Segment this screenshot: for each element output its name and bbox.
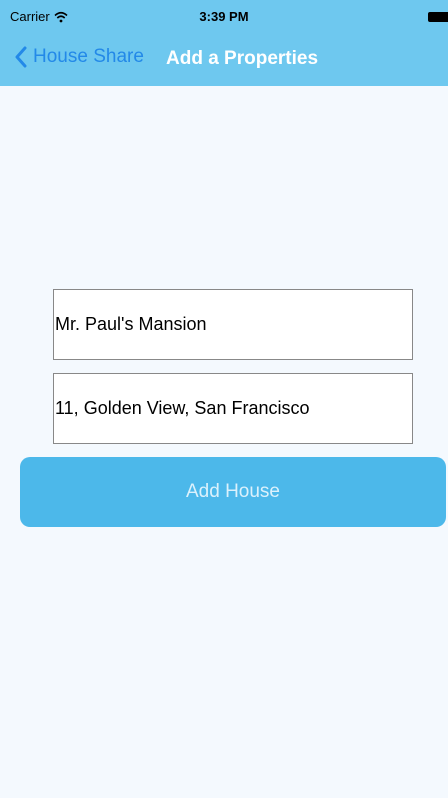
- page-title: Add a Properties: [166, 48, 319, 69]
- back-button[interactable]: House Share: [14, 46, 144, 68]
- back-chevron-icon: [15, 46, 27, 68]
- battery-icon: [428, 12, 448, 22]
- house-address-input[interactable]: [54, 374, 412, 443]
- status-bar: Carrier 3:39 PM: [0, 0, 448, 34]
- house-name-field[interactable]: [53, 289, 413, 360]
- status-time: 3:39 PM: [199, 9, 249, 24]
- house-address-field[interactable]: [53, 373, 413, 444]
- add-house-button[interactable]: Add House: [20, 457, 446, 527]
- navigation-bar: House Share Add a Properties: [0, 34, 448, 86]
- back-label: House Share: [33, 46, 144, 67]
- house-name-input[interactable]: [54, 290, 412, 359]
